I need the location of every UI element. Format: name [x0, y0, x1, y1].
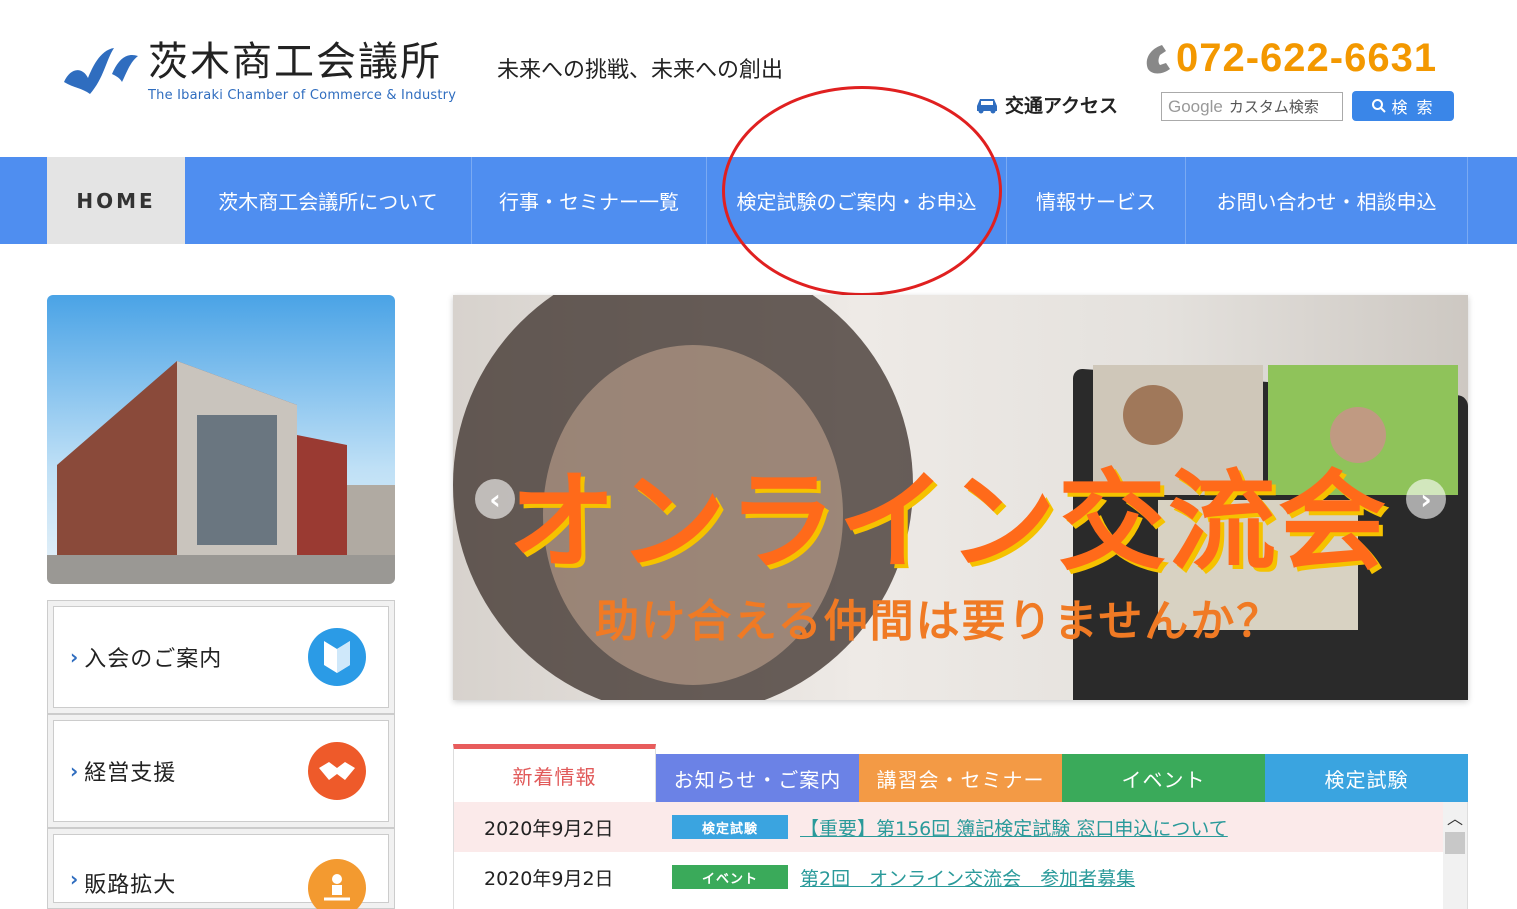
access-link[interactable]: 交通アクセス [975, 91, 1118, 118]
building-photo [47, 295, 395, 584]
beginner-mark-icon [308, 628, 366, 686]
nav-contact[interactable]: お問い合わせ・相談申込 [1186, 157, 1468, 244]
news-scrollbar[interactable]: ︿ [1443, 802, 1467, 909]
phone-number: 072-622-6631 [1176, 36, 1438, 80]
carousel-prev-arrow-icon[interactable]: ‹ [475, 479, 515, 519]
sidebar-management-support[interactable]: › 経営支援 [47, 714, 395, 828]
scroll-thumb[interactable] [1445, 832, 1465, 854]
google-logo: Google [1168, 96, 1223, 116]
nav-about[interactable]: 茨木商工会議所について [185, 157, 472, 244]
sidebar-management-label: 経営支援 [84, 761, 177, 786]
logo-mark-icon [64, 48, 138, 94]
site-logo[interactable]: 茨木商工会議所 The Ibaraki Chamber of Commerce … [60, 38, 456, 103]
sidebar-membership-label: 入会のご案内 [84, 647, 223, 672]
main-nav: HOME 茨木商工会議所について 行事・セミナー一覧 検定試験のご案内・お申込 … [0, 157, 1517, 244]
tab-exams[interactable]: 検定試験 [1265, 754, 1468, 802]
scroll-up-icon[interactable]: ︿ [1443, 802, 1467, 832]
news-link[interactable]: 【重要】第156回 簿記検定試験 窓口申込について [800, 814, 1228, 841]
logo-title: 茨木商工会議所 [148, 39, 442, 85]
car-icon [977, 98, 997, 113]
chevron-right-icon: › [70, 645, 79, 669]
tab-latest[interactable]: 新着情報 [453, 744, 656, 802]
nav-info-services[interactable]: 情報サービス [1007, 157, 1186, 244]
news-link[interactable]: 第2回 オンライン交流会 参加者募集 [800, 864, 1135, 891]
phone-icon [1146, 44, 1170, 73]
news-item: 2020年9月2日 検定試験 【重要】第156回 簿記検定試験 窓口申込について [454, 802, 1467, 852]
chevron-right-icon: › [70, 867, 79, 891]
tab-events[interactable]: イベント [1062, 754, 1265, 802]
search-button[interactable]: 検 索 [1352, 91, 1454, 121]
person-network-icon [308, 859, 366, 909]
news-date: 2020年9月2日 [484, 817, 614, 840]
nav-exams[interactable]: 検定試験のご案内・お申込 [707, 157, 1007, 244]
chevron-right-icon: › [70, 759, 79, 783]
search-input[interactable]: Google カスタム検索 [1161, 92, 1343, 121]
banner-subtitle: 助け合える仲間は要りませんか？ [595, 596, 1283, 647]
news-item: 2020年9月2日 イベント 第2回 オンライン交流会 参加者募集 [454, 852, 1467, 902]
search-icon [1372, 99, 1387, 113]
hero-banner[interactable]: オンライン交流会 助け合える仲間は要りませんか？ ‹ › [453, 295, 1468, 700]
banner-title: オンライン交流会 [508, 460, 1389, 585]
tab-seminars[interactable]: 講習会・セミナー [859, 754, 1062, 802]
news-badge: イベント [672, 865, 788, 889]
logo-subtitle: The Ibaraki Chamber of Commerce & Indust… [148, 88, 457, 103]
news-tabs: 新着情報 お知らせ・ご案内 講習会・セミナー イベント 検定試験 [453, 744, 1468, 802]
nav-home[interactable]: HOME [47, 157, 185, 244]
access-label: 交通アクセス [1005, 95, 1119, 117]
search-button-label: 検 索 [1391, 98, 1435, 117]
sidebar-sales-expansion[interactable]: › 販路拡大 [47, 828, 395, 909]
nav-events[interactable]: 行事・セミナー一覧 [472, 157, 707, 244]
sidebar-sales-label: 販路拡大 [84, 873, 177, 898]
news-badge: 検定試験 [672, 815, 788, 839]
carousel-next-arrow-icon[interactable]: › [1406, 479, 1446, 519]
sidebar-membership[interactable]: › 入会のご案内 [47, 600, 395, 714]
search-placeholder: カスタム検索 [1228, 98, 1319, 116]
tagline: 未来への挑戦、未来への創出 [497, 58, 784, 83]
handshake-icon [308, 742, 366, 800]
phone-number-block: 072-622-6631 [1140, 36, 1437, 81]
news-date: 2020年9月2日 [484, 867, 614, 890]
tab-notices[interactable]: お知らせ・ご案内 [656, 754, 859, 802]
news-list: 2020年9月2日 検定試験 【重要】第156回 簿記検定試験 窓口申込について… [453, 802, 1468, 909]
